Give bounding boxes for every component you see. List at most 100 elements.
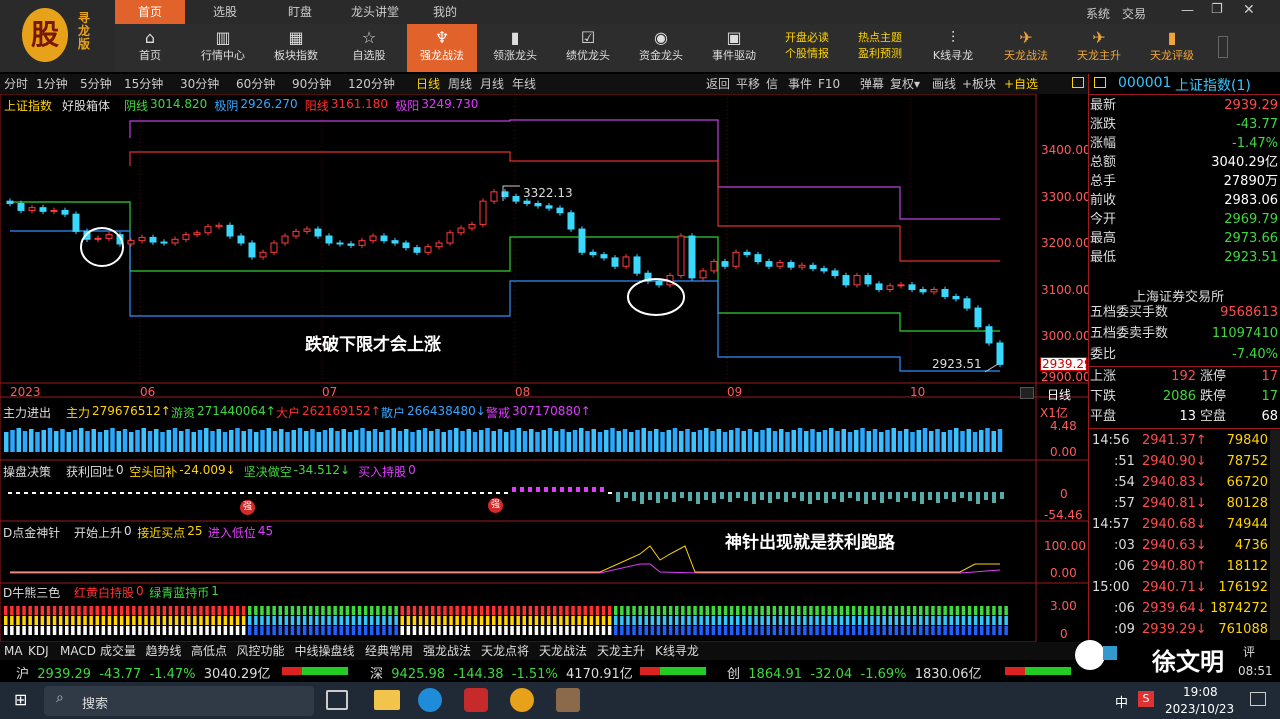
bull-bar xyxy=(705,626,709,635)
period-5[interactable]: 60分钟 xyxy=(236,76,275,93)
bull-bar xyxy=(528,616,533,625)
ktool-1[interactable]: 平移 xyxy=(736,76,760,93)
bull-bar xyxy=(278,616,282,625)
edge-icon[interactable] xyxy=(418,688,442,712)
highlight-circle-1 xyxy=(80,227,124,267)
toolbar-button-8[interactable]: ▣ 事件驱动 xyxy=(699,24,769,72)
topnav-2[interactable]: 盯盘 xyxy=(265,0,335,24)
toolbar-button-3[interactable]: ☆ 自选股 xyxy=(334,24,404,72)
candle-body xyxy=(226,224,234,237)
layout-toggle-icon[interactable] xyxy=(1072,77,1084,88)
index-sh[interactable]: 沪 2939.29 -43.77 -1.47% 3040.29亿 xyxy=(16,663,271,682)
period-4[interactable]: 30分钟 xyxy=(180,76,219,93)
indicator-tab-1[interactable]: KDJ xyxy=(28,642,49,660)
indicator-tab-7[interactable]: 中线操盘线 xyxy=(295,642,355,660)
menu-system[interactable]: 系统 xyxy=(1086,5,1110,22)
bull-bar xyxy=(540,606,545,615)
ktool-0[interactable]: 返回 xyxy=(706,76,730,93)
ime-indicator[interactable]: 中 xyxy=(1115,692,1128,711)
bull-bar xyxy=(467,606,472,615)
app-icon[interactable] xyxy=(556,688,580,712)
toolbar-button-10[interactable]: 热点主题 盈利预测 xyxy=(845,24,915,72)
app-red-icon[interactable] xyxy=(464,688,488,712)
ktool-2[interactable]: 信 xyxy=(766,76,778,93)
toolbar-button-14[interactable]: ▮ 天龙评级 xyxy=(1137,24,1207,72)
candle-body xyxy=(545,205,553,209)
task-view-icon[interactable] xyxy=(326,690,348,710)
taskbar-search[interactable]: ⌕ 搜索 xyxy=(44,686,314,716)
indicator-tab-12[interactable]: 天龙主升 xyxy=(597,642,645,660)
toolbar-button-9[interactable]: 开盘必读 个股情报 xyxy=(772,24,842,72)
period-11[interactable]: 年线 xyxy=(512,76,536,93)
ime-s-icon[interactable]: S xyxy=(1138,691,1154,707)
ktool-8[interactable]: +板块 xyxy=(962,76,996,93)
close-icon[interactable]: ✕ xyxy=(1243,2,1255,18)
topnav-1[interactable]: 选股 xyxy=(185,0,265,24)
indicator-tab-3[interactable]: 成交量 xyxy=(100,642,136,660)
fund-bar xyxy=(160,432,165,452)
panel-toggle-icon[interactable] xyxy=(1094,77,1106,88)
toolbar-button-11[interactable]: ⫶ K线寻龙 xyxy=(918,24,988,72)
ops-bar xyxy=(848,492,852,498)
indicator-tab-11[interactable]: 天龙战法 xyxy=(539,642,587,660)
notification-icon[interactable] xyxy=(1250,692,1266,706)
chart-config-icon[interactable] xyxy=(1020,387,1034,399)
indicator-tab-10[interactable]: 天龙点将 xyxy=(481,642,529,660)
indicator-tab-2[interactable]: MACD xyxy=(60,642,96,660)
indicator-tab-9[interactable]: 强龙战法 xyxy=(423,642,471,660)
restore-icon[interactable]: ❐ xyxy=(1211,2,1223,17)
toolbar-button-0[interactable]: ⌂ 首页 xyxy=(115,24,185,72)
bull-bar xyxy=(766,626,770,635)
period-6[interactable]: 90分钟 xyxy=(292,76,331,93)
ktool-7[interactable]: 画线 xyxy=(932,76,956,93)
period-7[interactable]: 120分钟 xyxy=(348,76,395,93)
topnav-0[interactable]: 首页 xyxy=(115,0,185,24)
ktool-4[interactable]: F10 xyxy=(818,76,840,93)
y-tick-0: 3400.00 xyxy=(1041,143,1091,157)
ticks-scrollbar[interactable] xyxy=(1270,430,1280,640)
toolbar-scroll-icon[interactable] xyxy=(1218,36,1228,58)
bull-bar xyxy=(101,606,106,615)
fund-bar xyxy=(966,429,971,452)
index-cy[interactable]: 创 1864.91 -32.04 -1.69% 1830.06亿 xyxy=(727,663,982,682)
bull-bar xyxy=(485,606,490,615)
toolbar-button-12[interactable]: ✈ 天龙战法 xyxy=(991,24,1061,72)
toolbar-button-6[interactable]: ☑ 绩优龙头 xyxy=(553,24,623,72)
period-1[interactable]: 1分钟 xyxy=(36,76,68,93)
indicator-tab-13[interactable]: K线寻龙 xyxy=(655,642,699,660)
index-sz[interactable]: 深 9425.98 -144.38 -1.51% 4170.91亿 xyxy=(370,663,633,682)
indicator-tab-0[interactable]: MA xyxy=(4,642,23,660)
bull-bar xyxy=(851,616,856,625)
topnav-4[interactable]: 我的 xyxy=(415,0,475,24)
toolbar-button-7[interactable]: ◉ 资金龙头 xyxy=(626,24,696,72)
ktool-3[interactable]: 事件 xyxy=(788,76,812,93)
period-2[interactable]: 5分钟 xyxy=(80,76,112,93)
toolbar-button-2[interactable]: ▦ 板块指数 xyxy=(261,24,331,72)
stock-app-icon[interactable] xyxy=(510,688,534,712)
period-9[interactable]: 周线 xyxy=(448,76,472,93)
menu-trade[interactable]: 交易 xyxy=(1122,5,1146,22)
period-0[interactable]: 分时 xyxy=(4,76,28,93)
ktool-6[interactable]: 复权▾ xyxy=(890,76,920,93)
indicator-tab-5[interactable]: 高低点 xyxy=(191,642,227,660)
ktool-9[interactable]: +自选 xyxy=(1004,76,1038,93)
indicator-tab-6[interactable]: 风控功能 xyxy=(237,642,285,660)
period-8[interactable]: 日线 xyxy=(416,76,440,93)
bull-bar xyxy=(729,626,734,635)
file-explorer-icon[interactable] xyxy=(374,690,400,710)
minimize-icon[interactable]: — xyxy=(1181,3,1194,18)
ktool-5[interactable]: 弹幕 xyxy=(860,76,884,93)
toolbar-button-5[interactable]: ▮ 领涨龙头 xyxy=(480,24,550,72)
toolbar-button-1[interactable]: ▥ 行情中心 xyxy=(188,24,258,72)
windows-start-icon[interactable]: ⊞ xyxy=(14,690,27,709)
toolbar-button-4[interactable]: ♆ 强龙战法 xyxy=(407,24,477,72)
indicator-tab-4[interactable]: 趋势线 xyxy=(146,642,182,660)
topnav-3[interactable]: 龙头讲堂 xyxy=(335,0,415,24)
period-3[interactable]: 15分钟 xyxy=(124,76,163,93)
toolbar-button-13[interactable]: ✈ 天龙主升 xyxy=(1064,24,1134,72)
panel-tab-rating[interactable]: 评 xyxy=(1243,643,1255,660)
indicator-tab-8[interactable]: 经典常用 xyxy=(365,642,413,660)
fund-bar xyxy=(66,432,71,452)
bull-bar xyxy=(876,616,880,625)
period-10[interactable]: 月线 xyxy=(480,76,504,93)
